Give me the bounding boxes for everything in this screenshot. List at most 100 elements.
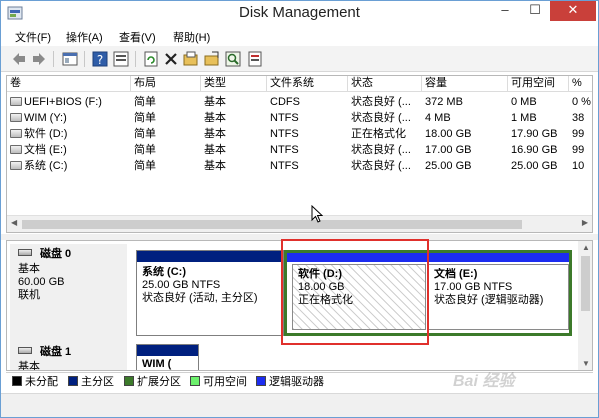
toolbar-separator — [135, 51, 136, 67]
partition-c[interactable]: 系统 (C:) 25.00 GB NTFS 状态良好 (活动, 主分区) — [136, 250, 284, 336]
menu-file[interactable]: 文件(F) — [15, 29, 51, 45]
volume-percent-free: 0 % — [572, 96, 591, 108]
maximize-button[interactable]: ☐ — [520, 1, 550, 21]
volume-free-space: 16.90 GB — [511, 144, 558, 156]
partition-size: 25.00 GB NTFS — [142, 279, 221, 291]
volume-filesystem: NTFS — [270, 144, 299, 156]
volume-type: 基本 — [204, 96, 226, 108]
column-header-status[interactable]: 状态 — [348, 76, 422, 92]
volume-row[interactable]: UEFI+BIOS (F:) 简单 基本 CDFS 状态良好 (... 372 … — [7, 94, 592, 110]
volume-percent-free: 99 — [572, 128, 585, 140]
volume-type: 基本 — [204, 128, 226, 140]
vertical-scroll-thumb[interactable] — [581, 256, 590, 311]
legend-extended: 扩展分区 — [124, 376, 181, 388]
refresh-icon[interactable] — [142, 50, 160, 68]
volume-percent-free: 99 — [572, 144, 585, 156]
volume-row[interactable]: 软件 (D:) 简单 基本 NTFS 正在格式化 18.00 GB 17.90 … — [7, 126, 592, 142]
drive-icon — [10, 145, 22, 154]
volume-status: 状态良好 (... — [351, 160, 411, 172]
volume-name: 系统 (C:) — [24, 160, 68, 172]
volume-layout: 简单 — [134, 160, 156, 172]
legend-free-space: 可用空间 — [190, 376, 247, 388]
hard-disk-icon — [18, 249, 32, 256]
volume-type: 基本 — [204, 112, 226, 124]
drive-icon — [10, 113, 22, 122]
scroll-down-icon[interactable]: ▼ — [582, 359, 590, 368]
volume-free-space: 1 MB — [511, 112, 537, 124]
column-header-filesystem[interactable]: 文件系统 — [267, 76, 348, 92]
scroll-up-icon[interactable]: ▲ — [582, 243, 590, 252]
column-header-percent-free[interactable]: % — [569, 76, 592, 92]
toolbar-separator — [84, 51, 85, 67]
legend-swatch — [256, 376, 266, 386]
rescan-icon[interactable] — [246, 50, 264, 68]
volume-status: 正在格式化 — [351, 128, 406, 140]
horizontal-scrollbar[interactable]: ◀ ▶ — [7, 215, 592, 232]
menu-action[interactable]: 操作(A) — [66, 29, 103, 45]
volume-capacity: 25.00 GB — [425, 160, 472, 172]
volume-row[interactable]: 系统 (C:) 简单 基本 NTFS 状态良好 (... 25.00 GB 25… — [7, 158, 592, 174]
column-header-type[interactable]: 类型 — [201, 76, 267, 92]
volume-capacity: 372 MB — [425, 96, 463, 108]
status-bar — [1, 393, 598, 417]
properties-icon[interactable] — [112, 50, 130, 68]
scroll-right-icon[interactable]: ▶ — [582, 218, 588, 227]
volume-filesystem: NTFS — [270, 128, 299, 140]
menu-help[interactable]: 帮助(H) — [173, 29, 210, 45]
partition-e[interactable]: 文档 (E:) 17.00 GB NTFS 状态良好 (逻辑驱动器) — [428, 264, 569, 330]
primary-partition-bar — [137, 251, 283, 262]
mouse-cursor-icon — [311, 205, 323, 223]
explore-icon[interactable] — [203, 50, 221, 68]
horizontal-scroll-thumb[interactable] — [22, 220, 522, 229]
drive-icon — [10, 129, 22, 138]
forward-icon[interactable] — [30, 50, 48, 68]
volume-percent-free: 38 — [572, 112, 585, 124]
disk-0-info[interactable]: 磁盘 0 基本 60.00 GB 联机 — [10, 244, 127, 342]
disk-name: 磁盘 0 — [40, 248, 72, 260]
console-icon[interactable] — [61, 50, 79, 68]
volume-list: 卷 布局 类型 文件系统 状态 容量 可用空间 % UEFI+BIOS (F:)… — [6, 75, 593, 233]
column-header-layout[interactable]: 布局 — [131, 76, 201, 92]
volume-capacity: 18.00 GB — [425, 128, 472, 140]
legend-swatch — [68, 376, 78, 386]
column-header-free-space[interactable]: 可用空间 — [508, 76, 569, 92]
column-header-capacity[interactable]: 容量 — [422, 76, 508, 92]
disk-management-window: Disk Management – ☐ ✕ 文件(F) 操作(A) 查看(V) … — [0, 0, 599, 418]
search-icon[interactable] — [224, 50, 242, 68]
volume-layout: 简单 — [134, 128, 156, 140]
volume-free-space: 25.00 GB — [511, 160, 558, 172]
legend-swatch — [124, 376, 134, 386]
legend-logical-drive: 逻辑驱动器 — [256, 376, 324, 388]
vertical-scrollbar[interactable]: ▲ ▼ — [578, 241, 592, 370]
partition-wim[interactable]: WIM ( — [136, 344, 199, 370]
minimize-button[interactable]: – — [490, 1, 520, 21]
volume-layout: 简单 — [134, 112, 156, 124]
volume-name: UEFI+BIOS (F:) — [24, 96, 102, 108]
volume-filesystem: NTFS — [270, 160, 299, 172]
help-icon[interactable]: ? — [91, 50, 109, 68]
partition-size: 17.00 GB NTFS — [434, 281, 513, 293]
column-header-volume[interactable]: 卷 — [7, 76, 131, 92]
volume-capacity: 17.00 GB — [425, 144, 472, 156]
open-icon[interactable] — [182, 50, 200, 68]
watermark: Bai 经验 — [453, 373, 515, 390]
scroll-left-icon[interactable]: ◀ — [11, 218, 17, 227]
disk-1-info[interactable]: 磁盘 1 基本 — [10, 342, 127, 370]
partition-name: 文档 (E:) — [434, 268, 478, 280]
annotation-highlight-box — [281, 239, 429, 345]
disk-state: 联机 — [18, 289, 40, 301]
partition-name: 系统 (C:) — [142, 266, 186, 278]
legend-swatch — [190, 376, 200, 386]
close-button[interactable]: ✕ — [550, 1, 596, 21]
volume-row[interactable]: 文档 (E:) 简单 基本 NTFS 状态良好 (... 17.00 GB 16… — [7, 142, 592, 158]
volume-row[interactable]: WIM (Y:) 简单 基本 NTFS 状态良好 (... 4 MB 1 MB … — [7, 110, 592, 126]
legend-primary: 主分区 — [68, 376, 114, 388]
partition-name: WIM ( — [142, 358, 172, 370]
volume-type: 基本 — [204, 160, 226, 172]
volume-layout: 简单 — [134, 144, 156, 156]
back-icon[interactable] — [10, 50, 28, 68]
menu-view[interactable]: 查看(V) — [119, 29, 156, 45]
volume-list-header: 卷 布局 类型 文件系统 状态 容量 可用空间 % — [7, 76, 592, 92]
cd-drive-icon — [10, 97, 22, 106]
delete-icon[interactable] — [162, 50, 180, 68]
